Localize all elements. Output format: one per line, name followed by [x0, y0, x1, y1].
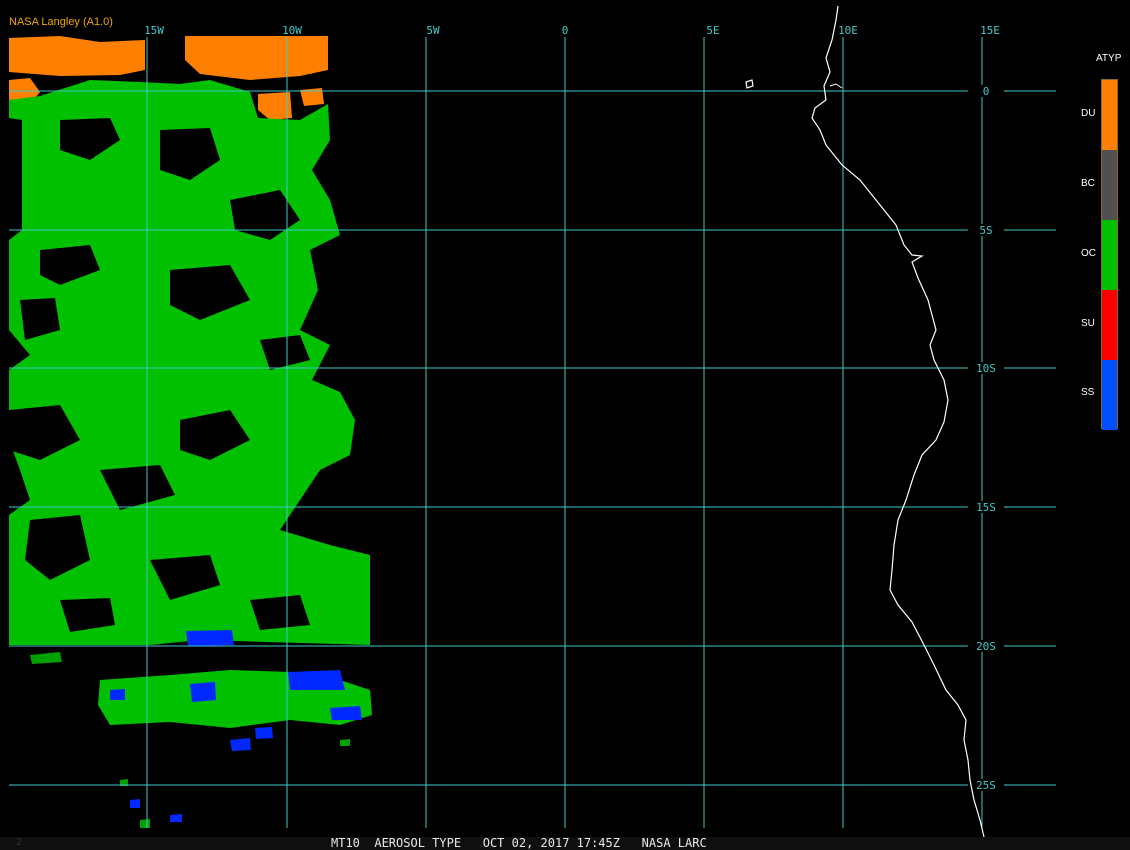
sea-salt-region: [110, 689, 125, 700]
legend-label-bc: BC: [1081, 178, 1095, 189]
africa-coastline: [811, 5, 985, 837]
latitude-label: 20S: [976, 640, 996, 653]
longitude-label: 5W: [426, 24, 440, 37]
dust-region: [9, 36, 145, 76]
status-text: MT10 AEROSOL TYPE OCT 02, 2017 17:45Z NA…: [331, 836, 707, 850]
longitude-label: 10W: [282, 24, 302, 37]
aerosol-type-map[interactable]: 15W 10W 5W 0 5E 10E 15E 0 5S 10S 15S 20S 25S: [0, 0, 1130, 837]
coastline: [745, 5, 985, 837]
longitude-label: 15E: [980, 24, 1000, 37]
credit-label: NASA Langley (A1.0): [9, 16, 113, 28]
latitude-label: 25S: [976, 779, 996, 792]
longitude-label: 10E: [838, 24, 858, 37]
legend-swatch-du: [1102, 80, 1117, 150]
dust-region: [185, 36, 328, 80]
legend-swatch-oc: [1102, 220, 1117, 290]
map-viewport[interactable]: 15W 10W 5W 0 5E 10E 15E 0 5S 10S 15S 20S 25S NASA La…: [0, 0, 1130, 850]
sea-salt-region: [170, 814, 182, 822]
longitude-label: 0: [562, 24, 569, 37]
legend-swatch-su: [1102, 290, 1117, 360]
bay-outline: [829, 83, 843, 89]
longitude-label: 5E: [706, 24, 719, 37]
frame-number: 2: [16, 837, 23, 848]
legend-swatch-ss: [1102, 360, 1117, 430]
legend-label-ss: SS: [1081, 387, 1095, 398]
organic-carbon-region: [340, 739, 350, 746]
latitude-label: 10S: [976, 362, 996, 375]
latitude-label: 5S: [979, 224, 992, 237]
legend-title: ATYP: [1096, 53, 1122, 64]
legend-label-du: DU: [1081, 108, 1096, 119]
sea-salt-region: [230, 738, 251, 751]
latitude-label: 0: [983, 85, 990, 98]
longitude-label: 15W: [144, 24, 164, 37]
sea-salt-region: [190, 682, 216, 702]
status-bar: 2 MT10 AEROSOL TYPE OCT 02, 2017 17:45Z …: [0, 836, 1130, 850]
legend-swatch-bc: [1102, 150, 1117, 220]
legend-label-oc: OC: [1081, 248, 1096, 259]
clear-gap: [250, 595, 310, 630]
sea-salt-region: [186, 630, 234, 646]
legend-color-bar: [1101, 79, 1118, 430]
island-outline: [745, 79, 754, 89]
organic-carbon-region: [140, 819, 150, 828]
sea-salt-region: [130, 799, 140, 808]
legend-label-su: SU: [1081, 318, 1095, 329]
organic-carbon-region: [30, 652, 62, 664]
sea-salt-region: [255, 727, 273, 739]
sea-salt-region: [330, 706, 362, 720]
sea-salt-region: [288, 670, 345, 690]
latitude-label: 15S: [976, 501, 996, 514]
aerosol-type-layer: [9, 36, 372, 828]
